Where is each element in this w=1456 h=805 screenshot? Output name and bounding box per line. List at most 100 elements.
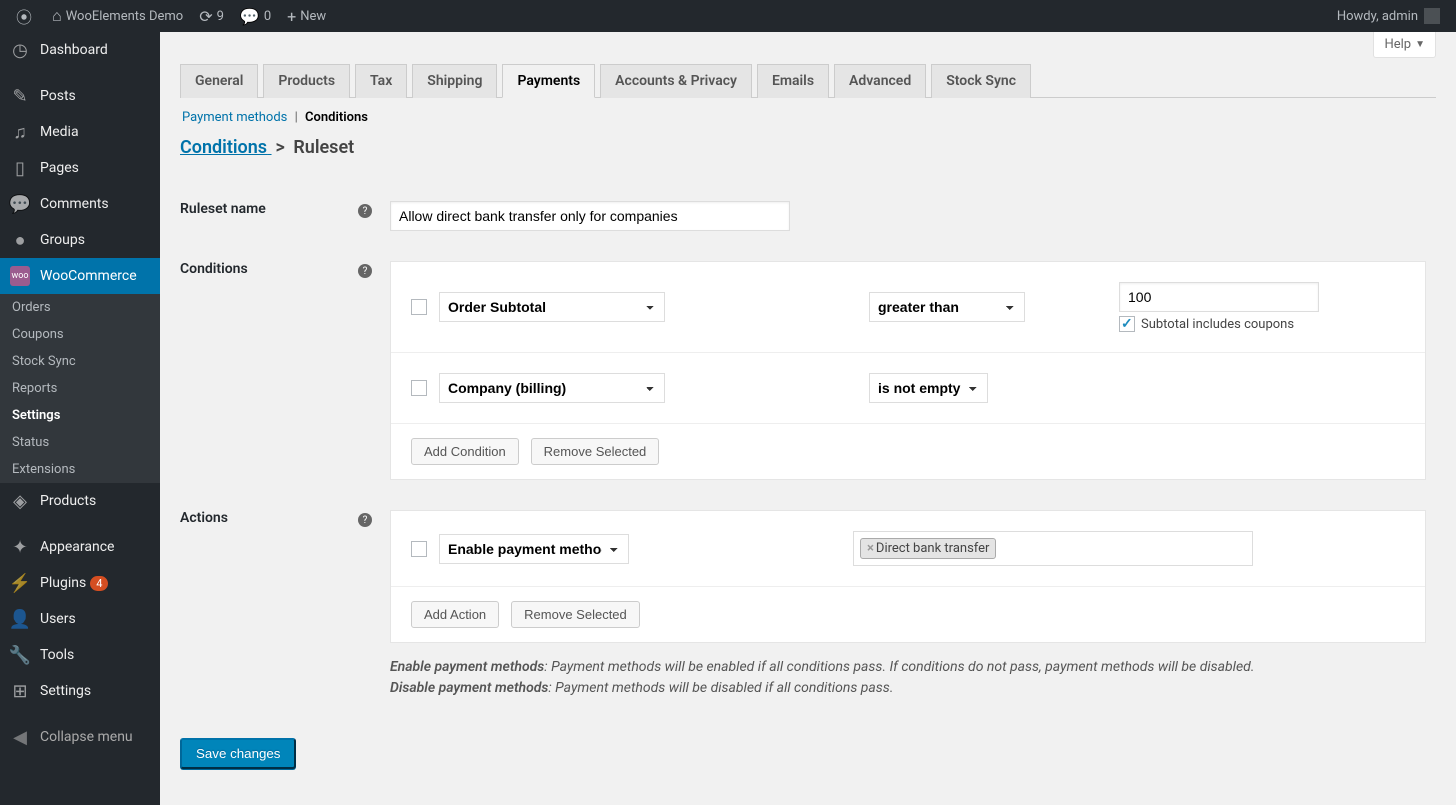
- breadcrumb-sep: >: [276, 137, 285, 158]
- tab-advanced[interactable]: Advanced: [834, 64, 926, 98]
- new-label: New: [300, 9, 326, 24]
- site-name-label: WooElements Demo: [66, 9, 184, 24]
- action-row-checkbox[interactable]: [411, 541, 427, 557]
- menu-label: Media: [40, 124, 79, 140]
- sub-stock-sync[interactable]: Stock Sync: [0, 348, 160, 375]
- woocommerce-submenu: Orders Coupons Stock Sync Reports Settin…: [0, 294, 160, 483]
- menu-label: WooCommerce: [40, 268, 137, 284]
- condition-field-select[interactable]: Company (billing): [439, 373, 665, 403]
- menu-users[interactable]: 👤 Users: [0, 601, 160, 637]
- tab-accounts[interactable]: Accounts & Privacy: [600, 64, 752, 98]
- appearance-icon: ✦: [10, 537, 30, 557]
- menu-label: Plugins: [40, 575, 86, 591]
- updates-count: 9: [217, 9, 224, 24]
- action-row: Enable payment methods × Direct bank tra…: [391, 511, 1425, 586]
- menu-comments[interactable]: 💬Comments: [0, 186, 160, 222]
- sub-settings[interactable]: Settings: [0, 402, 160, 429]
- sub-status[interactable]: Status: [0, 429, 160, 456]
- menu-settings[interactable]: ⊞Settings: [0, 673, 160, 709]
- collapse-menu[interactable]: ◀Collapse menu: [0, 719, 160, 755]
- condition-row-checkbox[interactable]: [411, 299, 427, 315]
- breadcrumb-ruleset: Ruleset: [293, 137, 354, 158]
- condition-operator-select[interactable]: is not empty: [869, 373, 988, 403]
- conditions-panel: Order Subtotal greater than Subtotal inc…: [390, 261, 1426, 480]
- action-type-select[interactable]: Enable payment methods: [439, 534, 629, 564]
- settings-icon: ⊞: [10, 681, 30, 701]
- menu-products[interactable]: ◈Products: [0, 483, 160, 519]
- tab-payments[interactable]: Payments: [502, 64, 595, 98]
- help-icon[interactable]: ?: [358, 204, 372, 218]
- add-condition-button[interactable]: Add Condition: [411, 438, 519, 465]
- breadcrumb-conditions[interactable]: Conditions: [180, 137, 272, 158]
- help-icon[interactable]: ?: [358, 264, 372, 278]
- subtotal-coupons-label[interactable]: Subtotal includes coupons: [1119, 316, 1319, 332]
- conditions-label: Conditions ?: [180, 246, 380, 495]
- menu-tools[interactable]: 🔧Tools: [0, 637, 160, 673]
- settings-tabs: General Products Tax Shipping Payments A…: [180, 32, 1436, 98]
- menu-label: Dashboard: [40, 42, 108, 58]
- menu-label: Collapse menu: [40, 729, 133, 745]
- menu-plugins[interactable]: ⚡Plugins4: [0, 565, 160, 601]
- menu-label: Pages: [40, 160, 79, 176]
- my-account[interactable]: Howdy, admin: [1329, 0, 1448, 32]
- remove-tag-icon[interactable]: ×: [867, 541, 874, 556]
- payment-methods-input[interactable]: × Direct bank transfer: [853, 531, 1253, 566]
- condition-field-select[interactable]: Order Subtotal: [439, 292, 665, 322]
- howdy-label: Howdy, admin: [1337, 9, 1418, 24]
- sub-orders[interactable]: Orders: [0, 294, 160, 321]
- media-icon: ♫: [10, 122, 30, 142]
- menu-groups[interactable]: ●Groups: [0, 222, 160, 258]
- ruleset-name-input[interactable]: [390, 201, 790, 231]
- menu-label: Comments: [40, 196, 109, 212]
- menu-label: Posts: [40, 88, 76, 104]
- condition-row: Company (billing) is not empty: [391, 352, 1425, 423]
- menu-pages[interactable]: ▯Pages: [0, 150, 160, 186]
- separator: |: [295, 110, 298, 125]
- menu-media[interactable]: ♫ Media: [0, 114, 160, 150]
- add-action-button[interactable]: Add Action: [411, 601, 499, 628]
- actions-label: Actions ?: [180, 495, 380, 714]
- menu-posts[interactable]: ✎Posts: [0, 78, 160, 114]
- help-tab[interactable]: Help ▼: [1373, 32, 1436, 58]
- sub-coupons[interactable]: Coupons: [0, 321, 160, 348]
- updates-link[interactable]: ⟳9: [191, 0, 232, 32]
- condition-row-checkbox[interactable]: [411, 380, 427, 396]
- menu-dashboard[interactable]: ◷ Dashboard: [0, 32, 160, 68]
- tab-tax[interactable]: Tax: [355, 64, 407, 98]
- site-name[interactable]: ⌂WooElements Demo: [44, 0, 191, 32]
- tab-emails[interactable]: Emails: [757, 64, 829, 98]
- sub-reports[interactable]: Reports: [0, 375, 160, 402]
- save-changes-button[interactable]: Save changes: [180, 738, 296, 769]
- dashboard-icon: ◷: [10, 40, 30, 60]
- conditions-actions: Add Condition Remove Selected: [391, 423, 1425, 479]
- menu-label: Appearance: [40, 539, 114, 555]
- tab-stock-sync[interactable]: Stock Sync: [931, 64, 1031, 98]
- tab-shipping[interactable]: Shipping: [412, 64, 497, 98]
- subsection-payment-methods[interactable]: Payment methods: [182, 110, 287, 125]
- avatar: [1424, 8, 1440, 24]
- menu-appearance[interactable]: ✦ Appearance: [0, 529, 160, 565]
- new-content-link[interactable]: +New: [279, 0, 334, 32]
- help-icon[interactable]: ?: [358, 513, 372, 527]
- admin-menu: ◷ Dashboard ✎Posts ♫ Media ▯Pages 💬Comment…: [0, 32, 160, 805]
- comments-link[interactable]: 💬0: [232, 0, 279, 32]
- menu-label: Tools: [40, 647, 74, 663]
- users-icon: 👤: [10, 609, 30, 629]
- woocommerce-icon: woo: [10, 266, 30, 286]
- condition-operator-select[interactable]: greater than: [869, 292, 1025, 322]
- subsection-conditions[interactable]: Conditions: [305, 110, 368, 125]
- sub-extensions[interactable]: Extensions: [0, 456, 160, 483]
- remove-selected-button[interactable]: Remove Selected: [511, 601, 640, 628]
- comments-count: 0: [264, 9, 271, 24]
- tab-general[interactable]: General: [180, 64, 258, 98]
- actions-actions: Add Action Remove Selected: [391, 586, 1425, 642]
- tab-products[interactable]: Products: [263, 64, 350, 98]
- sub-sections: Payment methods | Conditions: [182, 110, 1434, 125]
- breadcrumb: Conditions > Ruleset: [180, 137, 1436, 158]
- menu-woocommerce[interactable]: woo WooCommerce: [0, 258, 160, 294]
- subtotal-coupons-checkbox[interactable]: [1119, 316, 1135, 332]
- wp-logo-icon[interactable]: ⦿: [8, 0, 44, 32]
- menu-label: Users: [40, 611, 76, 627]
- remove-selected-button[interactable]: Remove Selected: [531, 438, 660, 465]
- condition-value-input[interactable]: [1119, 282, 1319, 312]
